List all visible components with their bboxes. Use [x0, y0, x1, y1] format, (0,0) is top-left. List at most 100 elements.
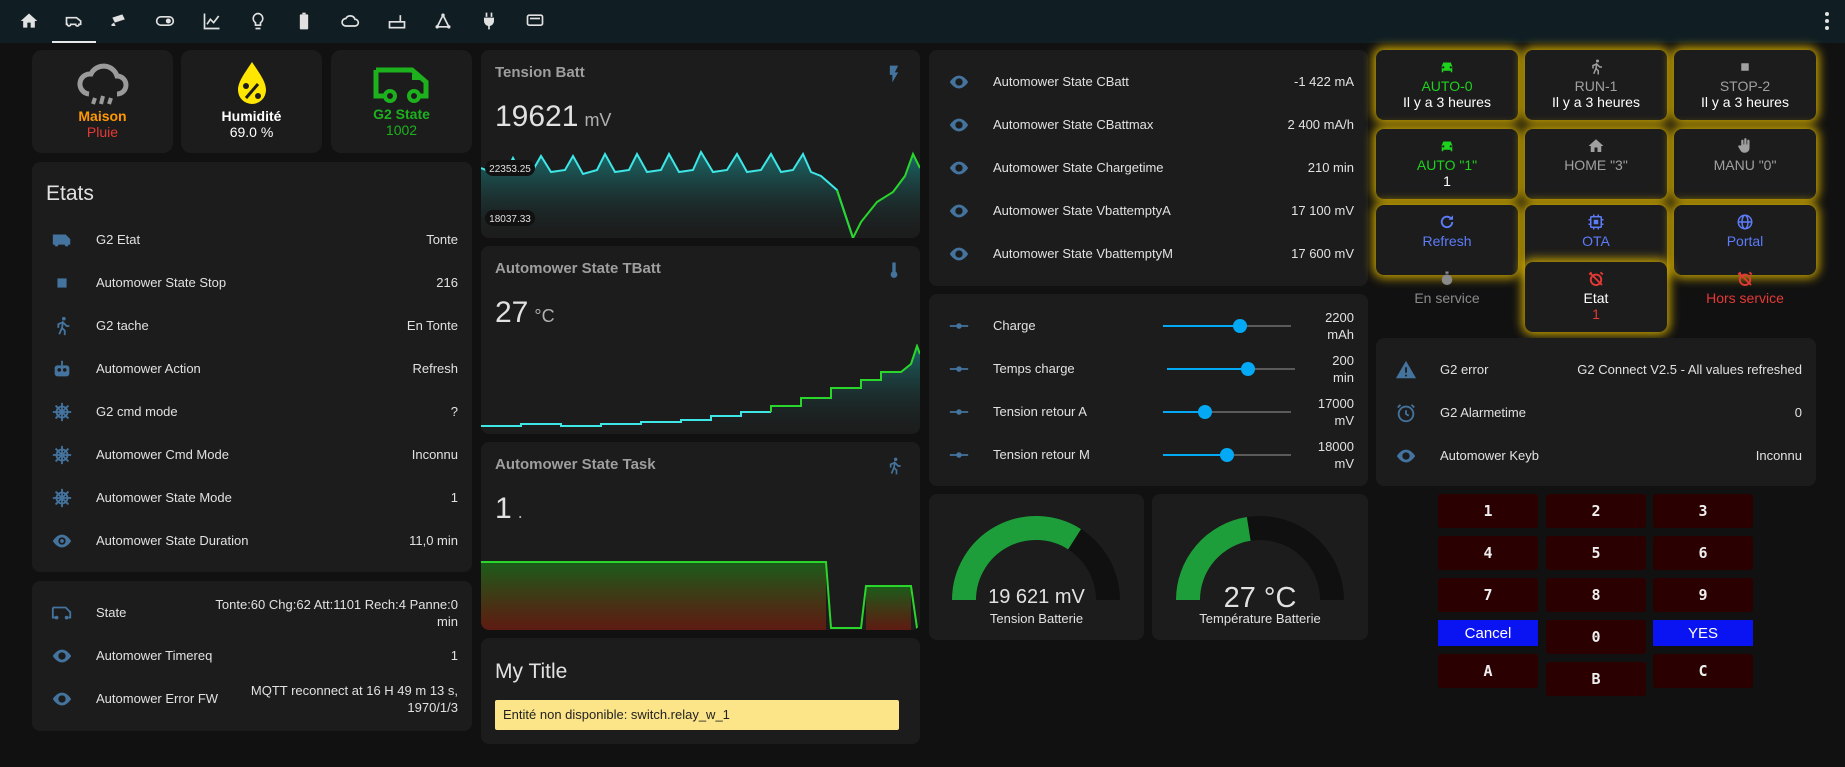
keypad-key-b[interactable]: B	[1546, 662, 1646, 696]
en-service-button[interactable]: En service	[1376, 262, 1518, 326]
car-icon	[1441, 141, 1453, 152]
keypad-key-1[interactable]: 1	[1438, 494, 1538, 528]
keypad-key-9[interactable]: 9	[1653, 578, 1753, 612]
graph-icon[interactable]	[426, 6, 460, 36]
chip-icon	[1588, 214, 1604, 230]
active-tab-indicator	[52, 41, 96, 43]
entity-row[interactable]: Automower State VbattemptyA 17 100 mV	[929, 189, 1368, 232]
entity-row[interactable]: G2 tache En Tonte	[32, 304, 472, 347]
power-plug-icon[interactable]	[472, 6, 506, 36]
tension-retour-a-slider[interactable]	[1163, 405, 1291, 419]
sensor-card-tbatt[interactable]: Automower State TBatt 27 °C	[481, 246, 920, 434]
slider-value: 2200 mAh	[1325, 309, 1354, 343]
entity-row[interactable]: G2 cmd mode ?	[32, 390, 472, 433]
slider-value: 17000 mV	[1318, 395, 1354, 429]
keypad-key-c[interactable]: C	[1653, 654, 1753, 688]
tile-humidite[interactable]: Humidité 69.0 %	[181, 50, 322, 153]
router-icon[interactable]	[380, 6, 414, 36]
eye-icon	[50, 644, 74, 668]
slider-row[interactable]: Tension retour M 18000 mV	[929, 433, 1368, 476]
toggle-icon[interactable]	[148, 6, 182, 36]
sensor-card-task[interactable]: Automower State Task 1.	[481, 442, 920, 630]
home-3-button[interactable]: HOME "3"	[1525, 129, 1667, 199]
run-icon	[889, 457, 901, 475]
stop-2-button[interactable]: STOP-2 Il y a 3 heures	[1674, 50, 1816, 120]
slider-value-unit: min	[1333, 369, 1354, 385]
tile-maison[interactable]: Maison Pluie	[32, 50, 173, 153]
entity-row[interactable]: Automower Timereq 1	[32, 634, 472, 677]
battery-icon[interactable]	[287, 6, 321, 36]
sensor-value: 19621 mV	[495, 100, 611, 134]
keypad-key-8[interactable]: 8	[1546, 578, 1646, 612]
cloud-icon[interactable]	[333, 6, 367, 36]
entity-row[interactable]: Automower Error FW MQTT reconnect at 16 …	[32, 677, 472, 720]
slider-value-number: 2200	[1325, 309, 1354, 325]
tile-g2-state[interactable]: G2 State 1002	[331, 50, 472, 153]
entity-row[interactable]: State Tonte:60 Chg:62 Att:1101 Rech:4 Pa…	[32, 591, 472, 634]
etats-card: Etats G2 Etat Tonte Automower State Stop…	[32, 162, 472, 572]
sensor-card-tension-batt[interactable]: Tension Batt 19621 mV 22353.25 18037.33	[481, 50, 920, 238]
entity-label: Automower Cmd Mode	[96, 447, 229, 462]
keypad-key-5[interactable]: 5	[1546, 536, 1646, 570]
entity-row[interactable]: Automower State VbattemptyM 17 600 mV	[929, 232, 1368, 275]
hors-service-button[interactable]: Hors service	[1674, 262, 1816, 326]
security-camera-icon[interactable]	[102, 6, 136, 36]
menu-dots-icon[interactable]	[1817, 8, 1837, 34]
keypad-key-3[interactable]: 3	[1653, 494, 1753, 528]
entity-row[interactable]: Automower State Mode 1	[32, 476, 472, 519]
charge-slider[interactable]	[1163, 319, 1291, 333]
entity-row[interactable]: G2 Etat Tonte	[32, 218, 472, 261]
entity-row[interactable]: Automower State CBattmax 2 400 mA/h	[929, 103, 1368, 146]
temps-charge-slider[interactable]	[1167, 362, 1295, 376]
rv-icon[interactable]	[518, 6, 552, 36]
entity-value: 17 600 mV	[1291, 246, 1354, 261]
sensor-title: Automower State Task	[495, 456, 656, 473]
sensor-graph: 22353.25 18037.33	[481, 149, 920, 238]
sensor-unit: .	[517, 502, 523, 522]
chart-line-icon[interactable]	[195, 6, 229, 36]
gauge-card-tension[interactable]: 19 621 mV Tension Batterie	[929, 494, 1144, 640]
sensor-value: 27 °C	[495, 296, 555, 330]
entity-row[interactable]: G2 Alarmetime 0	[1376, 391, 1816, 434]
keypad-yes-button[interactable]: YES	[1653, 620, 1753, 646]
lightbulb-icon[interactable]	[241, 6, 275, 36]
auto-1-button[interactable]: AUTO "1" 1	[1376, 129, 1518, 199]
manu-0-button[interactable]: MANU "0"	[1674, 129, 1816, 199]
button-label: OTA	[1582, 233, 1610, 249]
tension-retour-m-slider[interactable]	[1163, 448, 1291, 462]
slider-value-unit: mAh	[1327, 326, 1354, 342]
slider-row[interactable]: Tension retour A 17000 mV	[929, 390, 1368, 433]
entity-row[interactable]: Automower State CBatt -1 422 mA	[929, 60, 1368, 103]
keypad-key-6[interactable]: 6	[1653, 536, 1753, 570]
keypad-key-0[interactable]: 0	[1546, 620, 1646, 654]
entity-row[interactable]: Automower State Duration 11,0 min	[32, 519, 472, 562]
home-icon[interactable]	[12, 6, 46, 36]
eye-icon	[50, 687, 74, 711]
entity-row[interactable]: Automower Keyb Inconnu	[1376, 434, 1816, 477]
sensor-value-number: 19621	[495, 100, 579, 133]
keypad-key-4[interactable]: 4	[1438, 536, 1538, 570]
eye-icon	[947, 70, 971, 94]
error-card: G2 error G2 Connect V2.5 - All values re…	[1376, 338, 1816, 486]
gauge-card-temperature[interactable]: 27 °C Température Batterie	[1152, 494, 1368, 640]
slider-row[interactable]: Charge 2200 mAh	[929, 304, 1368, 347]
entity-row[interactable]: G2 error G2 Connect V2.5 - All values re…	[1376, 348, 1816, 391]
entity-row[interactable]: Automower Action Refresh	[32, 347, 472, 390]
keypad-cancel-button[interactable]: Cancel	[1438, 620, 1538, 646]
keypad-key-a[interactable]: A	[1438, 654, 1538, 688]
keypad-key-2[interactable]: 2	[1546, 494, 1646, 528]
etat-button[interactable]: Etat 1	[1525, 262, 1667, 332]
hand-icon	[1738, 138, 1750, 153]
entity-row[interactable]: Automower State Stop 216	[32, 261, 472, 304]
entity-row[interactable]: Automower State Chargetime 210 min	[929, 146, 1368, 189]
tile-name: Humidité	[221, 108, 282, 124]
slider-value-unit: mV	[1334, 412, 1355, 428]
button-label: Portal	[1726, 233, 1764, 249]
entity-row[interactable]: Automower Cmd Mode Inconnu	[32, 433, 472, 476]
auto-0-button[interactable]: AUTO-0 Il y a 3 heures	[1376, 50, 1518, 120]
entity-label: Automower Action	[96, 361, 201, 376]
keypad-key-7[interactable]: 7	[1438, 578, 1538, 612]
car-icon[interactable]	[57, 6, 91, 36]
run-1-button[interactable]: RUN-1 Il y a 3 heures	[1525, 50, 1667, 120]
slider-row[interactable]: Temps charge 200 min	[929, 347, 1368, 390]
